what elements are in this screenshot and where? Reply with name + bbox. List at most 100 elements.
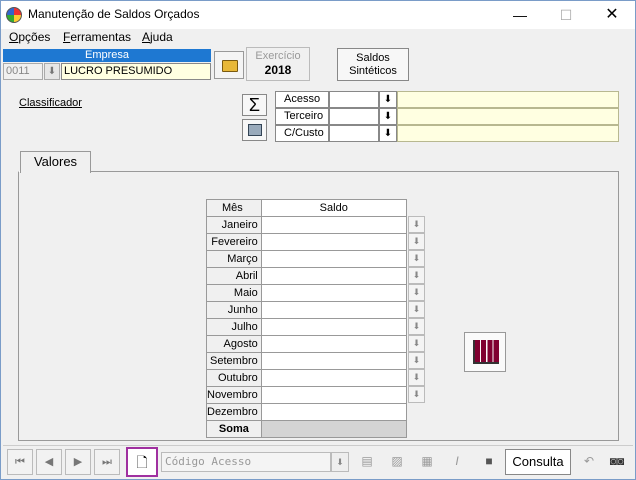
maximize-button[interactable]: ☐ [543, 1, 589, 29]
filter-desc-acesso [397, 91, 619, 108]
filter-row-acesso: Acesso ⬇ [275, 91, 619, 108]
filter-dropdown-acesso[interactable]: ⬇ [379, 91, 397, 108]
month-label: Setembro [206, 352, 262, 370]
search-doc-icon[interactable]: ▤ [353, 449, 381, 475]
filter-label-ccusto: C/Custo [275, 125, 329, 142]
tab-valores[interactable]: Valores [20, 151, 91, 173]
saldo-cell[interactable] [260, 250, 407, 268]
open-folder-button[interactable] [214, 51, 244, 79]
filter-desc-terceiro [397, 108, 619, 125]
exercicio-label: Exercício [255, 50, 301, 62]
month-label: Julho [206, 318, 262, 336]
row-action-column: ⬇ ⬇ ⬇ ⬇ ⬇ ⬇ ⬇ ⬇ ⬇ ⬇ ⬇ [408, 216, 425, 403]
row-down-icon[interactable]: ⬇ [408, 250, 425, 267]
delete-icon[interactable]: ▨ [383, 449, 411, 475]
saldo-cell[interactable] [260, 369, 407, 387]
filter-input-terceiro[interactable] [329, 108, 379, 125]
saldos-grid: Mês Saldo Janeiro Fevereiro Março Abril … [206, 199, 407, 438]
main-window: Manutenção de Saldos Orçados — ☐ ✕ Opçõe… [0, 0, 636, 480]
chart-button[interactable] [464, 332, 506, 372]
sum-button[interactable]: Σ [242, 94, 267, 116]
saldo-cell[interactable] [260, 318, 407, 336]
soma-label: Soma [206, 420, 262, 438]
saldo-cell[interactable] [260, 301, 407, 319]
italic-icon[interactable]: I [443, 449, 471, 475]
first-record-button[interactable]: ⏮ [7, 449, 33, 475]
folder-icon [222, 60, 238, 72]
row-down-icon[interactable]: ⬇ [408, 386, 425, 403]
row-down-icon[interactable]: ⬇ [408, 369, 425, 386]
classificador-label[interactable]: Classificador [19, 97, 82, 109]
month-label: Maio [206, 284, 262, 302]
minimize-button[interactable]: — [497, 1, 543, 29]
printer-icon[interactable]: ▦ [413, 449, 441, 475]
codigo-acesso-dropdown[interactable]: ⬇ [331, 452, 349, 472]
month-label: Outubro [206, 369, 262, 387]
mode-indicator: Consulta [505, 449, 571, 475]
saldo-cell[interactable] [260, 216, 407, 234]
row-down-icon[interactable]: ⬇ [408, 216, 425, 233]
header-saldo: Saldo [260, 199, 407, 217]
title-bar: Manutenção de Saldos Orçados — ☐ ✕ [1, 1, 635, 29]
filter-row-terceiro: Terceiro ⬇ [275, 108, 619, 125]
soma-value [260, 420, 407, 438]
empresa-dropdown-button[interactable]: ⬇ [44, 63, 60, 80]
binoculars-icon[interactable]: ◙◙ [603, 449, 631, 475]
menu-opcoes[interactable]: Opções [9, 30, 50, 44]
saldo-cell[interactable] [260, 233, 407, 251]
codigo-acesso-input[interactable]: Código Acesso [161, 452, 331, 472]
filter-desc-ccusto [397, 125, 619, 142]
saldo-cell[interactable] [260, 386, 407, 404]
saldo-cell[interactable] [260, 403, 407, 421]
filter-input-acesso[interactable] [329, 91, 379, 108]
filter-label-terceiro: Terceiro [275, 108, 329, 125]
exercicio-box: Exercício 2018 [246, 47, 310, 81]
month-label: Agosto [206, 335, 262, 353]
saldo-cell[interactable] [260, 352, 407, 370]
bar-chart-icon [473, 340, 499, 364]
row-down-icon[interactable]: ⬇ [408, 318, 425, 335]
filter-input-ccusto[interactable] [329, 125, 379, 142]
filter-dropdown-terceiro[interactable]: ⬇ [379, 108, 397, 125]
month-label: Junho [206, 301, 262, 319]
row-down-icon[interactable]: ⬇ [408, 352, 425, 369]
row-down-icon[interactable]: ⬇ [408, 267, 425, 284]
month-label: Fevereiro [206, 233, 262, 251]
row-down-icon[interactable]: ⬇ [408, 335, 425, 352]
new-record-button[interactable]: 🗋 [126, 447, 158, 477]
saldo-cell[interactable] [260, 284, 407, 302]
empresa-name-field: LUCRO PRESUMIDO [61, 63, 211, 80]
exercicio-value: 2018 [264, 63, 292, 77]
row-down-icon[interactable]: ⬇ [408, 284, 425, 301]
last-record-button[interactable]: ⏭ [94, 449, 120, 475]
month-label: Dezembro [206, 403, 262, 421]
menu-ajuda[interactable]: Ajuda [142, 30, 173, 44]
month-label: Novembro [206, 386, 262, 404]
next-record-button[interactable]: ▶ [65, 449, 91, 475]
printer-icon [248, 124, 262, 136]
window-title: Manutenção de Saldos Orçados [28, 7, 200, 21]
filter-row-ccusto: C/Custo ⬇ [275, 125, 619, 142]
panel-divider [91, 171, 619, 172]
saldo-cell[interactable] [260, 267, 407, 285]
header-mes: Mês [206, 199, 262, 217]
empresa-code-field[interactable]: 0011 [3, 63, 43, 80]
menu-bar: Opções Ferramentas Ajuda [1, 29, 635, 47]
filter-dropdown-ccusto[interactable]: ⬇ [379, 125, 397, 142]
month-label: Janeiro [206, 216, 262, 234]
prev-record-button[interactable]: ◀ [36, 449, 62, 475]
saldos-sinteticos-button[interactable]: Saldos Sintéticos [337, 48, 409, 81]
save-icon[interactable]: ■ [475, 449, 503, 475]
saldo-cell[interactable] [260, 335, 407, 353]
filter-label-acesso: Acesso [275, 91, 329, 108]
row-down-icon[interactable]: ⬇ [408, 233, 425, 250]
status-bar: ⏮ ◀ ▶ ⏭ 🗋 Código Acesso ⬇ ▤ ▨ ▦ I ■ Cons… [3, 445, 633, 477]
close-button[interactable]: ✕ [589, 1, 635, 29]
month-label: Abril [206, 267, 262, 285]
print-setup-button[interactable] [242, 119, 267, 141]
menu-ferramentas[interactable]: Ferramentas [63, 30, 131, 44]
row-down-icon[interactable]: ⬇ [408, 301, 425, 318]
app-icon [6, 7, 22, 23]
undo-icon[interactable]: ↶ [575, 449, 603, 475]
empresa-header: Empresa [3, 49, 211, 62]
